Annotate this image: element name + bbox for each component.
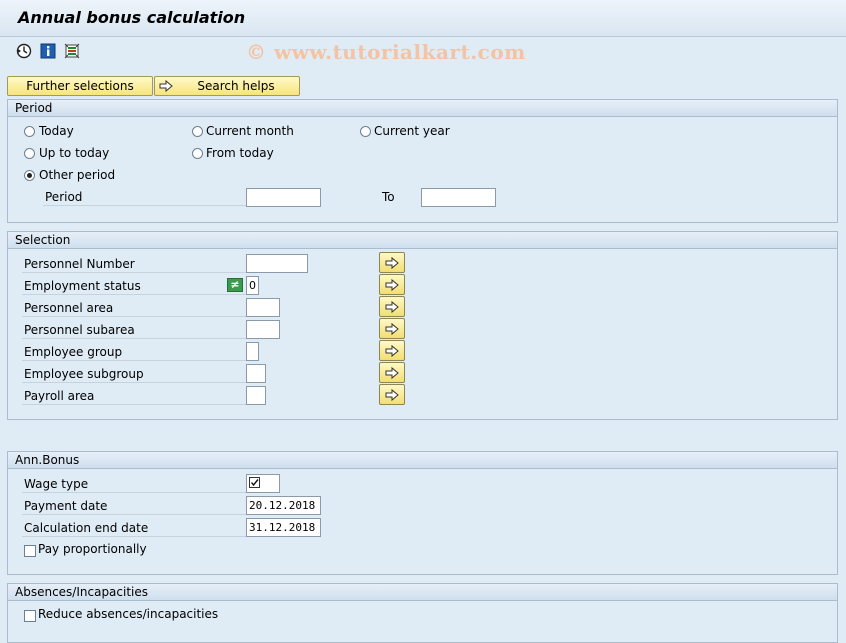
radio-other-period[interactable] <box>24 170 35 181</box>
radio-current-year-label: Current year <box>374 124 450 138</box>
further-selections-label: Further selections <box>26 79 134 93</box>
personnel-area-label: Personnel area <box>22 299 246 317</box>
employment-status-multiple-selection-button[interactable] <box>379 274 405 295</box>
period-to-label: To <box>382 190 395 204</box>
employment-status-input[interactable]: 0 <box>246 276 259 295</box>
radio-current-month-label: Current month <box>206 124 294 138</box>
calculation-end-date-label: Calculation end date <box>22 519 246 537</box>
wage-type-label: Wage type <box>22 475 246 493</box>
radio-current-month[interactable] <box>192 126 203 137</box>
radio-current-year[interactable] <box>360 126 371 137</box>
selection-group: Selection Personnel Number Employment st… <box>7 231 838 420</box>
selection-options-icon[interactable] <box>64 43 80 59</box>
further-selections-button[interactable]: Further selections <box>7 76 153 96</box>
arrow-right-icon <box>385 388 399 401</box>
absences-group: Absences/Incapacities Reduce absences/in… <box>7 583 838 643</box>
pay-proportionally-checkbox[interactable] <box>24 545 36 557</box>
radio-from-today-label: From today <box>206 146 274 160</box>
personnel-area-multiple-selection-button[interactable] <box>379 296 405 317</box>
radio-from-today[interactable] <box>192 148 203 159</box>
radio-up-to-today-label: Up to today <box>39 146 110 160</box>
not-equal-operator-icon[interactable]: ≠ <box>227 278 243 292</box>
period-group: Period Today Current month Current year … <box>7 99 838 223</box>
selection-group-title: Selection <box>8 232 837 249</box>
arrow-right-icon <box>385 344 399 357</box>
execute-icon[interactable] <box>16 43 32 59</box>
employee-subgroup-multiple-selection-button[interactable] <box>379 362 405 383</box>
arrow-right-icon <box>159 79 173 96</box>
arrow-right-icon <box>385 256 399 269</box>
personnel-subarea-label: Personnel subarea <box>22 321 246 339</box>
payroll-area-multiple-selection-button[interactable] <box>379 384 405 405</box>
personnel-area-input[interactable] <box>246 298 280 317</box>
employee-group-label: Employee group <box>22 343 246 361</box>
payment-date-input[interactable]: 20.12.2018 <box>246 496 321 515</box>
search-helps-label: Search helps <box>197 79 275 93</box>
personnel-number-multiple-selection-button[interactable] <box>379 252 405 273</box>
payroll-area-label: Payroll area <box>22 387 246 405</box>
reduce-absences-checkbox[interactable] <box>24 610 36 622</box>
personnel-number-label: Personnel Number <box>22 255 246 273</box>
employee-group-multiple-selection-button[interactable] <box>379 340 405 361</box>
search-helps-button[interactable]: Search helps <box>154 76 300 96</box>
absences-group-title: Absences/Incapacities <box>8 584 837 601</box>
employment-status-label: Employment status <box>22 277 246 295</box>
period-group-title: Period <box>8 100 837 117</box>
period-to-input[interactable] <box>421 188 496 207</box>
arrow-right-icon <box>385 322 399 335</box>
employee-group-input[interactable] <box>246 342 259 361</box>
pay-proportionally-label: Pay proportionally <box>38 542 147 556</box>
wage-type-input[interactable] <box>246 474 280 493</box>
calculation-end-date-input[interactable]: 31.12.2018 <box>246 518 321 537</box>
period-from-input[interactable] <box>246 188 321 207</box>
payroll-area-input[interactable] <box>246 386 266 405</box>
application-toolbar: © www.tutorialkart.com <box>0 37 846 65</box>
arrow-right-icon <box>385 366 399 379</box>
watermark-text: © www.tutorialkart.com <box>246 40 526 64</box>
info-icon[interactable] <box>40 43 56 59</box>
period-label: Period <box>43 188 246 206</box>
personnel-subarea-input[interactable] <box>246 320 280 339</box>
checkmark-icon <box>249 477 260 488</box>
personnel-number-input[interactable] <box>246 254 308 273</box>
ann-bonus-group-title: Ann.Bonus <box>8 452 837 469</box>
ann-bonus-group: Ann.Bonus Wage type Payment date 20.12.2… <box>7 451 838 575</box>
reduce-absences-label: Reduce absences/incapacities <box>38 607 219 621</box>
title-bar: Annual bonus calculation <box>0 0 846 37</box>
radio-other-period-label: Other period <box>39 168 116 182</box>
radio-today[interactable] <box>24 126 35 137</box>
arrow-right-icon <box>385 300 399 313</box>
employee-subgroup-label: Employee subgroup <box>22 365 246 383</box>
radio-today-label: Today <box>39 124 74 138</box>
employee-subgroup-input[interactable] <box>246 364 266 383</box>
payment-date-label: Payment date <box>22 497 246 515</box>
personnel-subarea-multiple-selection-button[interactable] <box>379 318 405 339</box>
arrow-right-icon <box>385 278 399 291</box>
radio-up-to-today[interactable] <box>24 148 35 159</box>
page-title: Annual bonus calculation <box>18 8 246 27</box>
